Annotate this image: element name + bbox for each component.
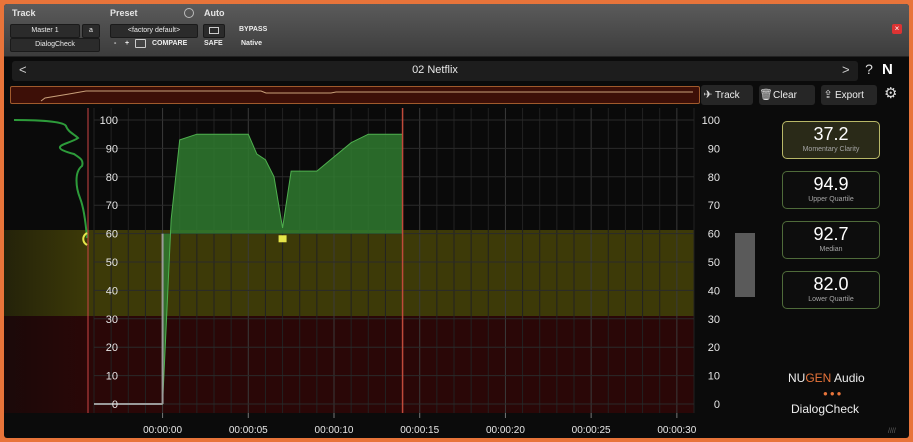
x-tick-label: 00:00:15	[400, 425, 439, 436]
preset-next-button[interactable]: +	[125, 40, 129, 47]
x-tick-label: 00:00:00	[143, 425, 182, 436]
export-button[interactable]: ⇪ Export	[821, 85, 877, 105]
track-label: Track	[12, 8, 36, 18]
y-tick-label-left: 50	[106, 257, 118, 269]
native-button[interactable]: Native	[241, 40, 262, 47]
clear-button[interactable]: 🗑Clear	[759, 85, 815, 105]
preset-select[interactable]: <factory default>	[110, 24, 198, 38]
median-box: 92.7 Median	[782, 221, 880, 259]
safe-button[interactable]: SAFE	[204, 40, 223, 47]
upper-quartile-box: 94.9 Upper Quartile	[782, 171, 880, 209]
brand-dots: ●●●	[823, 389, 844, 398]
median-label: Median	[819, 246, 843, 253]
preset-label: Preset	[110, 8, 138, 18]
compare-button[interactable]: COMPARE	[152, 40, 187, 47]
y-tick-label-right: 80	[708, 172, 720, 184]
preset-menu-icon[interactable]	[184, 8, 194, 18]
lower-quartile-box: 82.0 Lower Quartile	[782, 271, 880, 309]
x-tick-label: 00:00:10	[315, 425, 354, 436]
band-poor	[4, 316, 694, 413]
close-icon[interactable]: ×	[892, 24, 902, 34]
resize-grip-icon[interactable]: ////	[888, 428, 902, 436]
overview-strip[interactable]	[10, 86, 700, 104]
y-tick-label-left: 70	[106, 200, 118, 212]
momentary-clarity-value: 37.2	[813, 124, 849, 144]
track-icon: ✈	[703, 89, 713, 101]
export-button-label: Export	[835, 90, 864, 101]
preset-prev-button[interactable]: -	[114, 40, 116, 47]
track-select[interactable]: Master 1	[10, 24, 80, 38]
momentary-clarity-label: Momentary Clarity	[802, 146, 860, 153]
gear-icon[interactable]: ⚙	[884, 84, 897, 102]
x-tick-label: 00:00:20	[486, 425, 525, 436]
histogram-area	[4, 108, 89, 413]
y-tick-label-right: 30	[708, 314, 720, 326]
lower-quartile-value: 82.0	[813, 274, 849, 294]
brand-audio: Audio	[831, 371, 865, 385]
host-header: Track Preset Auto Master 1 a DialogCheck…	[4, 4, 909, 57]
brand-gen: GEN	[805, 371, 832, 385]
median-value: 92.7	[813, 224, 849, 244]
y-tick-label-left: 60	[106, 229, 118, 241]
clip-title: 02 Netflix	[412, 64, 458, 76]
y-tick-label-right: 90	[708, 143, 720, 155]
y-tick-label-left: 90	[106, 143, 118, 155]
clarity-graph[interactable]: 1009080706050403020100 10090807060504030…	[4, 108, 774, 438]
x-tick-label: 00:00:30	[657, 425, 696, 436]
y-tick-label-right: 10	[708, 371, 720, 383]
x-tick-label: 00:00:25	[572, 425, 611, 436]
brand-nu: NU	[788, 371, 806, 385]
y-tick-label-left: 100	[100, 115, 118, 127]
nugen-logo-icon: N	[882, 61, 893, 78]
trash-icon: 🗑	[759, 89, 773, 101]
upper-quartile-value: 94.9	[813, 174, 849, 194]
y-tick-label-left: 80	[106, 172, 118, 184]
track-button[interactable]: ✈ Track	[701, 85, 753, 105]
help-button[interactable]: ?	[862, 61, 876, 81]
y-tick-label-right: 50	[708, 257, 720, 269]
track-group-button[interactable]: a	[82, 24, 100, 38]
y-tick-label-right: 100	[702, 115, 720, 127]
band-caution	[4, 230, 694, 316]
y-tick-label-right: 70	[708, 200, 720, 212]
clarity-marker	[278, 235, 287, 243]
librarian-icon[interactable]	[135, 39, 146, 48]
lower-quartile-label: Lower Quartile	[808, 296, 854, 303]
y-tick-label-right: 40	[708, 285, 720, 297]
y-tick-label-left: 40	[106, 285, 118, 297]
clear-button-label: Clear	[773, 90, 797, 101]
clip-title-bar: < 02 Netflix >	[12, 61, 858, 81]
plugin-window: Track Preset Auto Master 1 a DialogCheck…	[4, 4, 909, 438]
auto-label: Auto	[204, 8, 225, 18]
x-tick-label: 00:00:05	[229, 425, 268, 436]
momentary-meter-bar	[735, 233, 755, 297]
bypass-button[interactable]: BYPASS	[239, 26, 267, 33]
next-arrow-icon[interactable]: >	[842, 62, 850, 77]
y-tick-label-left: 20	[106, 342, 118, 354]
automation-icon	[209, 27, 219, 34]
product-name: DialogCheck	[791, 402, 860, 416]
y-tick-label-right: 0	[714, 399, 720, 411]
export-icon: ⇪	[823, 89, 833, 101]
y-tick-label-left: 10	[106, 371, 118, 383]
automation-button[interactable]	[203, 24, 225, 38]
y-tick-label-right: 60	[708, 229, 720, 241]
y-tick-label-right: 20	[708, 342, 720, 354]
y-tick-label-left: 0	[112, 399, 118, 411]
plugin-select[interactable]: DialogCheck	[10, 38, 100, 52]
brand-name: NUGEN Audio	[788, 371, 865, 385]
y-tick-label-left: 30	[106, 314, 118, 326]
upper-quartile-label: Upper Quartile	[808, 196, 854, 203]
momentary-clarity-box: 37.2 Momentary Clarity	[782, 121, 880, 159]
track-button-label: Track	[715, 90, 740, 101]
overview-curve	[40, 90, 693, 102]
